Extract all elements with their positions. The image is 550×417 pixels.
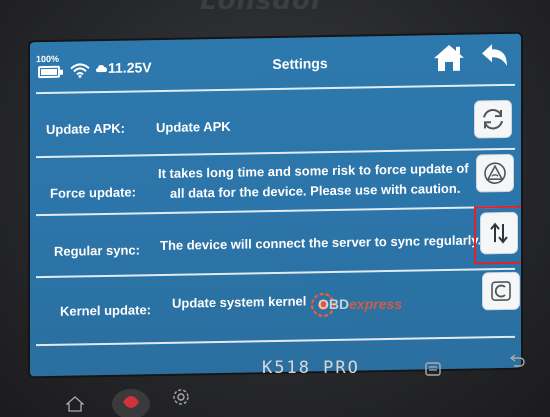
kernel-update-icon [491,281,511,301]
back-hw-icon[interactable] [508,354,526,370]
watermark-prefix: OBD [318,296,350,312]
battery-icon [38,65,60,79]
page-title: Settings [272,55,328,73]
status-bar: 100% 11.25V Settings [30,34,521,89]
regular-sync-description: The device will connect the server to sy… [160,232,482,254]
cloud-icon [96,65,107,73]
brand-emblem-icon [112,389,150,417]
update-apk-button[interactable] [474,99,512,139]
force-update-button[interactable] [476,153,514,193]
battery-percentage: 100% [36,53,60,65]
home-hw-icon[interactable] [66,396,84,412]
divider [36,267,515,279]
device-frame: Lonsdor 100% 11.25V Settings Update APK:… [0,0,550,417]
divider [36,205,515,217]
watermark-text: OBDexpress [318,296,402,312]
wifi-icon [70,63,90,78]
divider [36,335,515,347]
voltage-readout: 11.25V [108,59,152,76]
update-apk-description: Update APK [156,118,231,136]
force-update-label: Force update: [50,184,136,201]
kernel-update-label: Kernel update: [60,302,152,319]
back-icon[interactable] [480,42,510,71]
divider [36,147,515,159]
kernel-update-button[interactable] [482,271,520,311]
regular-sync-label: Regular sync: [54,242,140,259]
settings-hw-icon[interactable] [172,388,190,406]
force-update-icon [484,162,506,184]
bottom-dock [50,382,550,417]
touch-screen: 100% 11.25V Settings Update APK: Update … [30,33,521,377]
update-apk-label: Update APK: [46,120,125,138]
home-icon[interactable] [432,43,466,74]
force-update-description-line2: all data for the device. Please use with… [170,180,461,201]
watermark-suffix: express [349,296,403,312]
model-label: K518 PRO [262,358,360,378]
brand-logo: Lonsdor [200,0,325,16]
menu-hw-icon[interactable] [424,362,442,378]
sync-highlight-box [474,205,521,265]
refresh-apk-icon [483,109,503,130]
kernel-update-description: Update system kernel [172,293,307,311]
